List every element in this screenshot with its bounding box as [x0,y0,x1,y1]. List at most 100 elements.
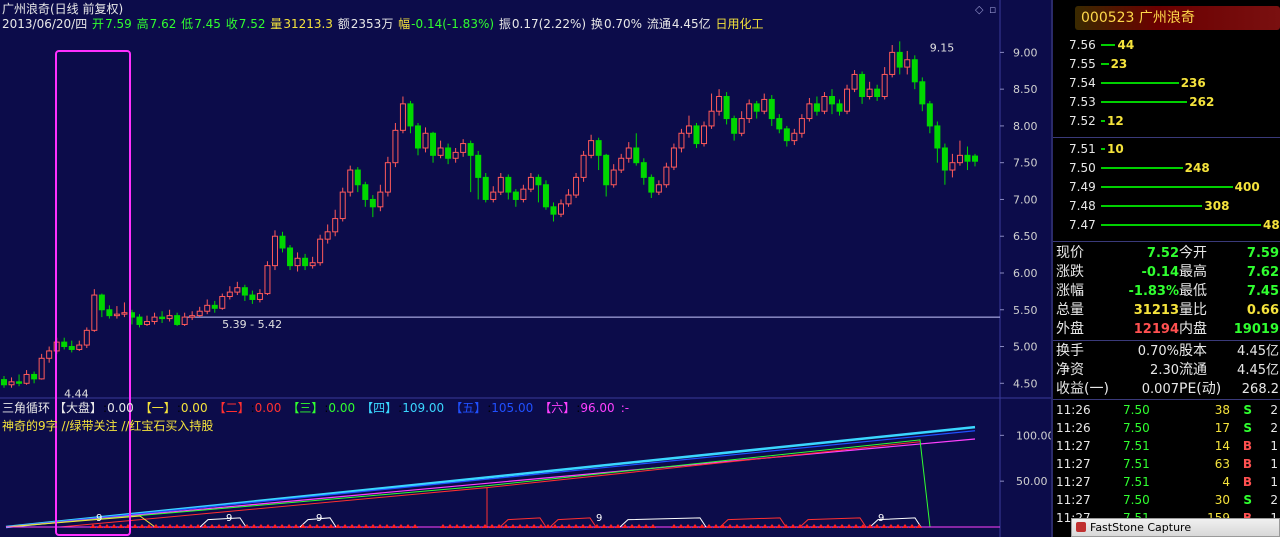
chart-area[interactable]: 9.00 8.50 8.00 7.50 7.00 6.50 6.00 5.50 5.00 4.50… [0,0,1051,537]
candle-body [302,257,309,267]
volume-value: 31213.3 [283,17,333,31]
quote-row: 涨幅 -1.83% 最低 7.45 [1053,282,1280,301]
indicator-item-value: 0.00 [180,401,208,415]
candle-body [452,151,459,159]
quote-label: 今开 [1179,245,1207,261]
candle-body [490,191,497,200]
candle-body [806,103,813,120]
candle-body [520,188,527,200]
y-tick-label: 8.00 [1013,120,1038,133]
candle-body [896,51,903,68]
candle-body [527,176,534,190]
candle-body [83,329,90,346]
y-tick-label: 8.50 [1013,83,1038,96]
y-tick-label: 4.50 [1013,377,1038,390]
tick-volume: 30 [1214,493,1230,507]
candle-body [874,88,881,98]
candle-body [821,96,828,112]
stats-row: 净资 2.30 流通 4.45亿 [1053,361,1280,380]
candle-body [542,184,549,208]
candle-body [911,59,918,83]
ind-y-tick-label: 50.00 [1016,475,1048,488]
candle-body [437,147,444,156]
candle-body [625,147,632,159]
quote-label: 最高 [1179,264,1207,280]
nine-annotation: 9 [878,513,884,524]
candle-body [813,103,820,112]
candle-body [573,176,580,196]
indicator-item-value: 0.00 [254,401,282,415]
change-value: -0.14(-1.83%) [411,17,495,31]
candle-body [23,373,30,384]
diamond-icon[interactable]: ◇ [975,3,983,16]
candle-body [91,294,98,331]
turnover-label: 换 [590,17,603,31]
candle-body [693,125,700,145]
bid-price: 7.47 [1069,218,1096,232]
candle-body [317,238,324,264]
candle-body [46,350,53,359]
bid-volume-bar [1101,186,1233,188]
float-value: 4.45亿 [671,17,711,31]
candle-body [497,176,504,193]
divider [1053,340,1280,341]
candle-body [844,88,851,112]
candle-body [61,341,68,348]
faststone-capture-bar[interactable]: FastStone Capture [1071,518,1280,537]
bid-volume: 10 [1107,142,1124,156]
quote-value: 12194 [1133,322,1179,337]
stats-row: 收益(一) 0.007 PE(动) 268.2 [1053,380,1280,399]
restore-icon[interactable]: ▫ [989,3,996,16]
ind-y-tick-label: 100.00 [1016,429,1051,442]
tick-side: S [1243,421,1252,435]
quote-value: 7.52 [1146,246,1179,261]
ask-row: 7.53 262 [1053,93,1280,111]
stats-label: 净资 [1056,362,1084,378]
stats-label: 股本 [1179,343,1207,359]
divider [1053,241,1280,242]
bid-price: 7.49 [1069,180,1096,194]
bid-price: 7.50 [1069,161,1096,175]
stock-name: 广州浪奇(日线 前复权) [2,2,124,16]
candle-body [256,293,263,300]
ask-volume-bar [1101,120,1105,122]
candle-body [144,321,151,325]
tick-row: 11:27 7.51 63 B 1 [1053,455,1280,473]
ask-volume-bar [1101,101,1188,103]
candle-body [16,381,23,384]
bid-price: 7.51 [1069,142,1096,156]
y-tick-label: 6.50 [1013,230,1038,243]
candle-body [934,125,941,149]
bid-volume-bar [1101,224,1261,226]
tick-side: B [1242,475,1252,489]
candle-body [8,381,15,386]
candle-body [828,96,835,105]
tick-price: 7.51 [1123,457,1150,471]
candle-body [249,294,256,300]
quote-stock-title[interactable]: 000523 广州浪奇 [1075,6,1280,30]
candle-body [174,315,181,325]
quote-value: 7.62 [1246,265,1279,280]
stats-value: 0.007 [1141,382,1179,397]
indicator-item-label: 【大盘】 [54,401,103,415]
ohlc-header: 2013/06/20/四 开7.59 高7.62 低7.45 收7.52 量31… [2,17,764,32]
indicator-item-label: 【六】 [539,401,576,415]
kline-chart[interactable]: 9.00 8.50 8.00 7.50 7.00 6.50 6.00 5.50 5.00 4.50… [0,0,1051,537]
indicator-item-label: 【三】 [287,401,324,415]
ask-price: 7.54 [1069,76,1096,90]
candle-body [279,235,286,249]
bid-price: 7.48 [1069,199,1096,213]
indicator-subtitle: 神奇的9字 //绿带关注 //红宝石买入持股 [2,419,214,433]
tick-count: 1 [1270,439,1278,453]
price-annotation: 4.44 [64,388,89,401]
tick-count: 1 [1270,475,1278,489]
stats-value: 0.70% [1137,344,1179,359]
close-label: 收 [225,17,238,31]
candle-body [708,110,715,127]
candle-body [287,247,294,267]
price-annotation: 9.15 [930,41,955,54]
indicator-item-value: 0.00 [328,401,356,415]
y-tick-label: 5.50 [1013,304,1038,317]
tick-count: 2 [1270,493,1278,507]
bid-volume-bar [1101,167,1183,169]
